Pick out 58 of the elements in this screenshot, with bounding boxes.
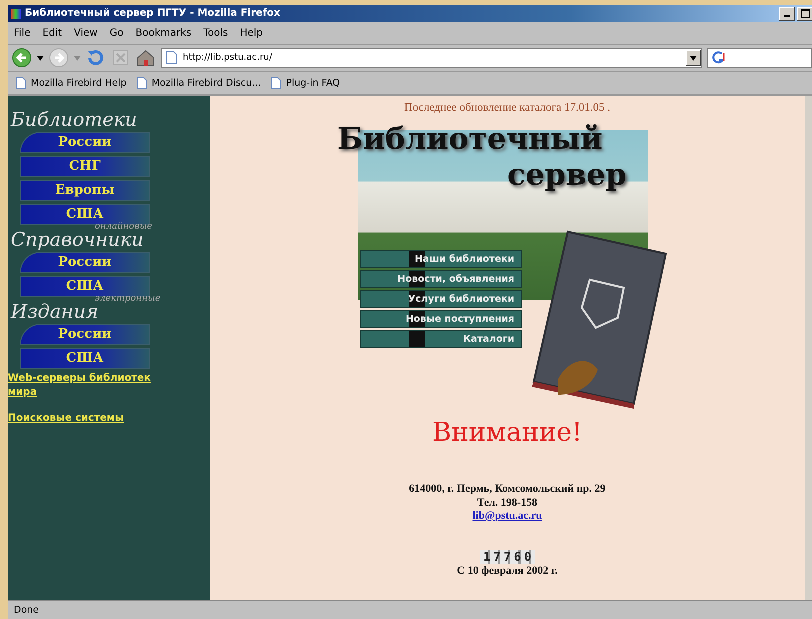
book-spine-link[interactable]: Услуги библиотеки [360,290,522,308]
page-icon [136,76,148,90]
nav-button[interactable]: России [20,252,150,273]
page-icon [166,51,178,65]
counter-since: С 10 февраля 2002 г. [457,564,558,578]
postal-address: 614000, г. Пермь, Комсомольский пр. 29 [409,482,606,496]
email-link[interactable]: lib@pstu.ac.ru [472,510,542,522]
section-note: онлайновые [95,222,152,232]
section-heading: Библиотеки [11,109,138,131]
search-engine-icon[interactable] [711,50,727,66]
home-icon[interactable] [136,48,156,68]
search-field[interactable] [707,48,812,68]
bookmark-item[interactable]: Mozilla Firebird Help [16,76,127,90]
page-icon [16,76,27,90]
caret-icon [690,56,697,60]
attention-heading: Внимание! [432,418,582,448]
status-text: Done [8,600,812,619]
banner-title: Библиотечный [338,122,603,157]
page-icon [271,76,282,90]
menu-item[interactable]: Help [240,28,264,38]
back-icon[interactable] [12,48,32,68]
window-title: Библиотечный сервер ПГТУ - Mozilla Firefox [25,8,282,19]
section-note: электронные [95,294,161,304]
sidebar-link[interactable]: Поисковые системы [8,412,158,426]
nav-button[interactable]: Европы [20,180,150,201]
section-heading: Справочники [11,229,144,251]
nav-button[interactable]: России [20,324,150,345]
menu-item[interactable]: File [14,28,31,38]
maximize-button[interactable] [797,6,812,20]
book-spine-link[interactable]: Новые поступления [360,310,522,328]
nav-button[interactable]: СНГ [20,156,150,177]
book-spine-link[interactable]: Наши библиотеки [360,250,522,268]
minimize-icon [784,15,790,17]
maximize-icon [800,9,810,18]
minimize-button[interactable] [779,6,795,20]
book-spine-link[interactable]: Новости, объявления [360,270,522,288]
menu-item[interactable]: Bookmarks [136,28,192,38]
bookmark-item[interactable]: Plug-in FAQ [271,76,340,90]
sidebar-link[interactable]: Web-серверы библиотек мира [8,372,158,400]
app-icon [11,8,21,18]
section-heading: Издания [11,301,99,323]
visit-counter: 17760 [480,550,535,564]
menu-item[interactable]: Tools [204,28,228,38]
phone-number: Тел. 198-158 [477,496,538,510]
caret-icon[interactable] [37,56,44,60]
menu-item[interactable]: Edit [42,28,62,38]
nav-button[interactable]: России [20,132,150,153]
book-spine-link[interactable]: Каталоги [360,330,522,348]
banner-subtitle: сервер [508,158,627,193]
nav-button[interactable]: США [20,348,150,369]
nav-button[interactable]: США [20,276,150,297]
update-notice: Последнее обновление каталога 17.01.05 . [404,102,610,114]
menu-item[interactable]: View [74,28,98,38]
dropdown-button[interactable] [686,50,701,66]
bookmark-item[interactable]: Mozilla Firebird Discu... [136,76,262,90]
menu-item[interactable]: Go [110,28,124,38]
scrollbar[interactable] [805,96,812,600]
address-field[interactable]: http://lib.pstu.ac.ru/ [161,48,702,68]
